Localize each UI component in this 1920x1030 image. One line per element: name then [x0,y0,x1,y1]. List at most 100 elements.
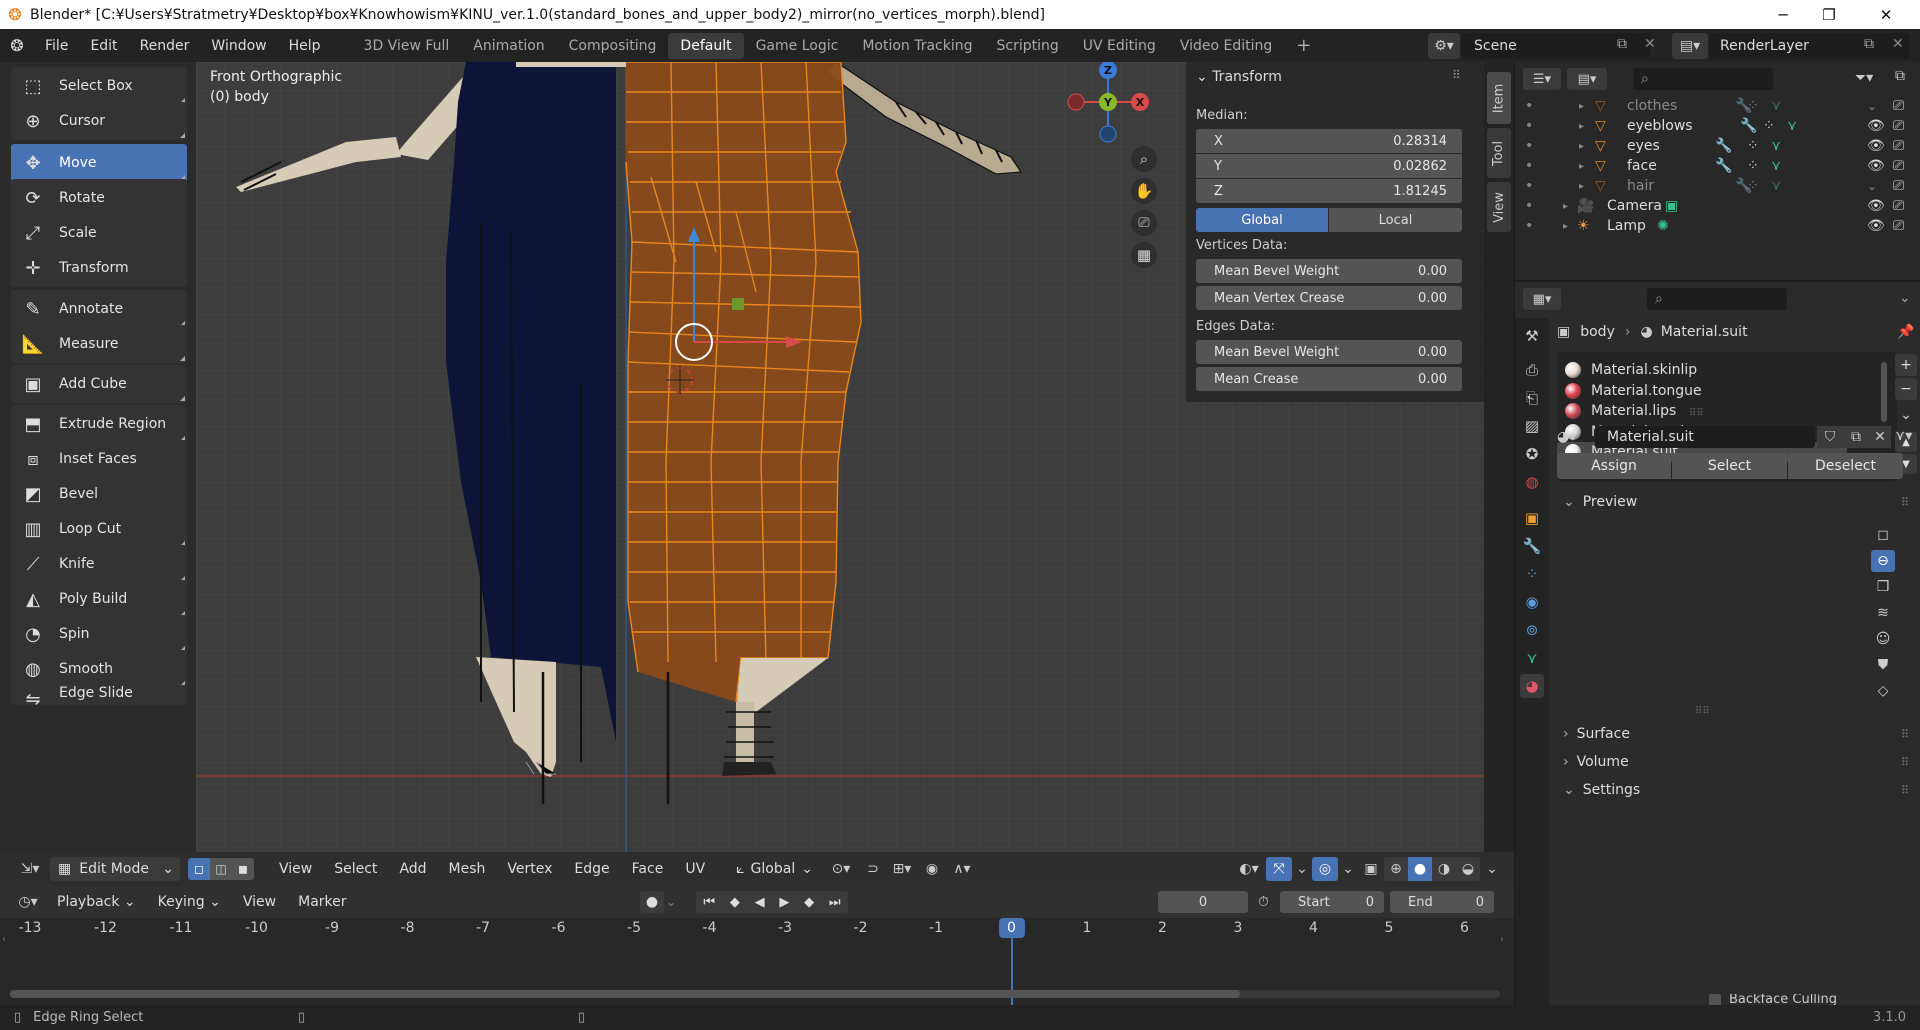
tool-rotate[interactable]: ⟳ Rotate [11,179,187,217]
tab-game-logic[interactable]: Game Logic [744,33,851,59]
overlay-toggle-icon[interactable]: ◎ [1312,857,1338,881]
unlink-material-icon[interactable]: ✕ [1869,426,1891,448]
proportional-edit-icon[interactable]: ◉ [917,857,947,881]
outliner-row[interactable]: • ▸ ▽ hair 🔧 ⁘ ⋎ ⌄ ⎚ [1515,176,1920,196]
mesh-data-icon[interactable]: ⋎ [1771,138,1781,154]
vertex-groups-icon[interactable]: ⁘ [1747,158,1759,174]
outliner-row[interactable]: • ▸ ☀ Lamp ✺ 👁 ⎚ [1515,216,1920,236]
modifier-icon[interactable]: 🔧 [1715,138,1732,154]
vertex-groups-icon[interactable]: ⁘ [1763,118,1775,134]
menu-render[interactable]: Render [129,33,201,59]
orientation-dropdown[interactable]: ⟀ Global ⌄ [736,861,813,877]
scroll-left-icon[interactable]: ‹ [2,934,6,945]
tool-extrude-region[interactable]: ⬒ Extrude Region [11,405,187,443]
mesh-data-icon[interactable]: ⋎ [1771,158,1781,174]
transform-header[interactable]: ⌄ Transform [1196,69,1282,85]
tool-bevel[interactable]: ◩ Bevel [11,475,187,513]
assign-button[interactable]: Assign [1557,453,1671,479]
ortho-grid-icon[interactable]: ▦ [1131,242,1157,268]
shading-menu-icon[interactable]: ⌄ [1480,857,1504,881]
delete-scene-icon[interactable]: ✕ [1644,36,1656,52]
tab-compositing[interactable]: Compositing [557,33,669,59]
preview-resize-handle[interactable]: ⠿⠿ [1695,706,1710,717]
global-toggle[interactable]: Global [1196,208,1328,232]
vertex-groups-icon[interactable]: ⁘ [1747,178,1759,194]
remove-material-slot-button[interactable]: − [1895,378,1917,400]
tool-loop-cut[interactable]: ▥ Loop Cut [11,510,187,548]
tab-view[interactable]: View [1487,182,1511,232]
camera-view-icon[interactable]: ⎚ [1131,210,1157,236]
vertex-groups-icon[interactable]: ⁘ [1747,138,1759,154]
mean-vertex-crease-field[interactable]: Mean Vertex Crease 0.00 [1196,286,1462,310]
maximize-button[interactable]: ❐ [1806,0,1852,29]
local-toggle[interactable]: Local [1329,208,1462,232]
expand-arrow-icon[interactable]: ▸ [1579,181,1584,192]
camera-render-icon[interactable]: ⎚ [1893,138,1904,154]
mesh-data-icon[interactable]: ⋎ [1771,178,1781,194]
delete-renderlayer-icon[interactable]: ✕ [1892,36,1904,52]
camera-render-icon[interactable]: ⎚ [1893,118,1904,134]
eye-icon[interactable]: 👁 [1867,218,1885,234]
new-renderlayer-icon[interactable]: ⧉ [1864,36,1874,52]
snap-target-icon[interactable]: ⊞▾ [887,857,917,881]
particles-properties-icon[interactable]: ⁘ [1520,562,1544,586]
mesh-data-icon[interactable]: ⋎ [1771,98,1781,114]
visibility-dot-icon[interactable]: • [1525,118,1533,134]
mean-bevel-weight-field[interactable]: Mean Bevel Weight 0.00 [1196,259,1462,283]
material-shading-icon[interactable]: ◑ [1432,857,1456,881]
output-properties-icon[interactable]: ⎗ [1520,386,1544,410]
pivot-icon[interactable]: ⊙▾ [823,857,859,881]
tab-uv-editing[interactable]: UV Editing [1071,33,1168,59]
navigation-gizmo[interactable]: Z Y X [1056,62,1156,152]
data-properties-icon[interactable]: ⋎ [1520,646,1544,670]
close-button[interactable]: ✕ [1852,0,1920,29]
object-properties-icon[interactable]: ▣ [1520,506,1544,530]
tool-transform[interactable]: ✛ Transform [11,249,187,287]
face-select-icon[interactable]: ◼ [232,858,254,880]
preview-fluid-icon[interactable]: ◇ [1871,680,1895,702]
camera-render-icon[interactable]: ⎚ [1893,98,1904,114]
outliner-search-input[interactable]: ⌕ [1633,68,1773,90]
scene-icon[interactable]: ⚙▾ [1428,33,1460,59]
edge-select-icon[interactable]: ◫ [210,858,232,880]
expand-arrow-icon[interactable]: ▸ [1579,121,1584,132]
add-material-slot-button[interactable]: + [1895,354,1917,376]
outliner-row[interactable]: • ▸ ▽ eyeblows 🔧 ⁘ ⋎ 👁 ⎚ [1515,116,1920,136]
scene-properties-icon[interactable]: ✪ [1520,442,1544,466]
menu-edit[interactable]: Edit [79,33,128,59]
eye-icon[interactable]: 👁 [1867,198,1885,214]
tab-animation[interactable]: Animation [461,33,556,59]
specials-chevron-icon[interactable]: ⌄ [1895,404,1917,426]
visibility-dot-icon[interactable]: • [1525,178,1533,194]
tool-inset-faces[interactable]: ⧈ Inset Faces [11,440,187,478]
expand-arrow-icon[interactable]: ▸ [1563,221,1568,232]
camera-render-icon[interactable]: ⎚ [1893,178,1904,194]
options-chevron-icon[interactable]: ⌄ [1899,290,1911,306]
preview-sphere-icon[interactable]: ⊖ [1871,550,1895,572]
visibility-dot-icon[interactable]: • [1525,158,1533,174]
mean-crease-field[interactable]: Mean Crease 0.00 [1196,367,1462,391]
preview-monkey-icon[interactable]: ☺ [1871,628,1895,650]
menu-file[interactable]: File [34,33,79,59]
constraints-properties-icon[interactable]: ⊚ [1520,618,1544,642]
solid-shading-icon[interactable]: ● [1408,857,1432,881]
select-button[interactable]: Select [1672,453,1787,479]
visibility-icon[interactable]: ◐▾ [1232,857,1266,881]
link-type-icon[interactable]: ⋎▾ [1895,428,1912,444]
eye-icon[interactable]: 👁 [1867,138,1885,154]
expand-arrow-icon[interactable]: ▸ [1579,141,1584,152]
tool-measure[interactable]: 📐 Measure [11,325,187,363]
tool-poly-build[interactable]: ◭ Poly Build [11,580,187,618]
tab-motion-tracking[interactable]: Motion Tracking [850,33,984,59]
tool-annotate[interactable]: ✎ Annotate [11,290,187,328]
visibility-dot-icon[interactable]: • [1525,138,1533,154]
gizmo-menu-icon[interactable]: ⌄ [1292,857,1312,881]
outliner-editor-type-icon[interactable]: ☰▾ [1523,68,1561,90]
section-surface[interactable]: › Surface ⠿ [1557,720,1915,748]
overlay-menu-icon[interactable]: ⌄ [1338,857,1358,881]
wireframe-shading-icon[interactable]: ⊕ [1384,857,1408,881]
camera-render-icon[interactable]: ⎚ [1893,218,1904,234]
section-settings[interactable]: ⌄ Settings ⠿ [1557,776,1915,804]
renderlayer-selector[interactable]: RenderLayer [1710,33,1910,59]
xray-toggle-icon[interactable]: ▣ [1358,857,1384,881]
